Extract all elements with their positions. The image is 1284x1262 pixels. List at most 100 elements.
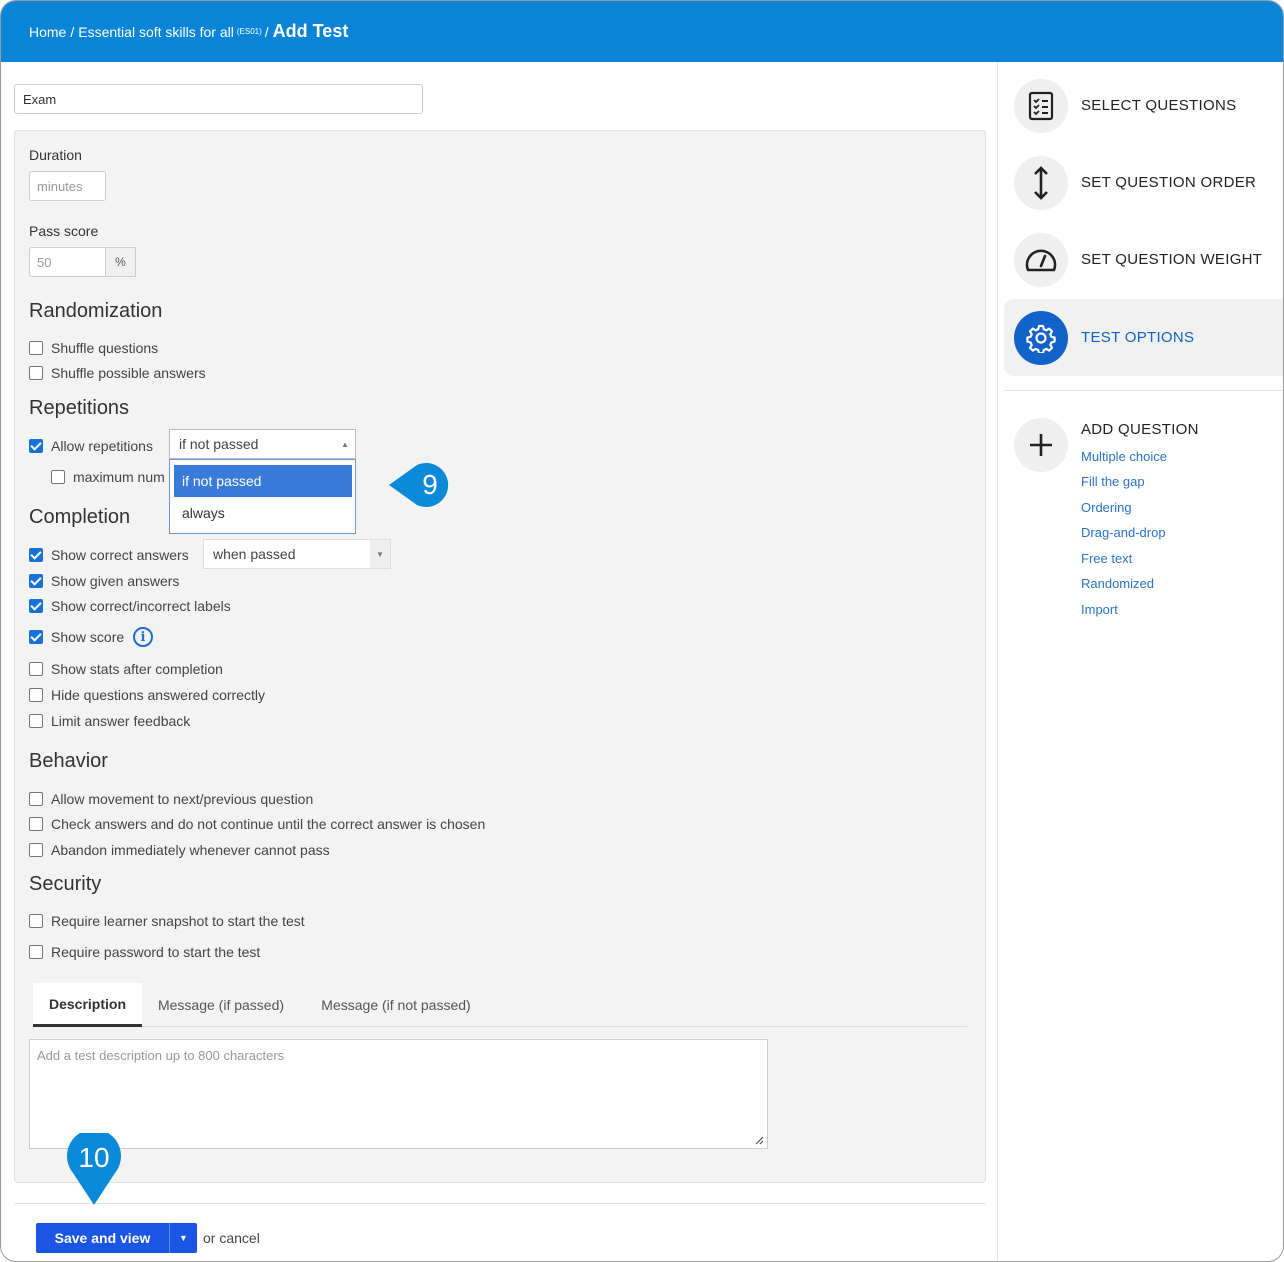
show-correct-answers-option[interactable]: Show correct answers <box>29 547 189 563</box>
breadcrumb-home-link[interactable]: Home <box>29 24 66 40</box>
hide-correct-checkbox[interactable] <box>29 688 43 702</box>
tab-description[interactable]: Description <box>33 983 142 1027</box>
show-correct-answers-checkbox[interactable] <box>29 548 43 562</box>
dropdown-option-always[interactable]: always <box>174 497 352 529</box>
behavior-heading: Behavior <box>29 750 108 772</box>
page-title: Add Test <box>272 21 349 41</box>
step-10-number: 10 <box>78 1142 110 1173</box>
maximum-repetitions-option[interactable]: maximum num <box>51 469 165 485</box>
abandon-checkbox[interactable] <box>29 843 43 857</box>
sidebar-item-test-options[interactable]: TEST OPTIONS <box>1004 299 1283 376</box>
snapshot-label: Require learner snapshot to start the te… <box>51 913 305 929</box>
sidebar-item-label: SET QUESTION ORDER <box>1081 174 1257 191</box>
gauge-icon <box>1014 232 1068 287</box>
show-stats-option[interactable]: Show stats after completion <box>29 661 223 677</box>
step-9-callout: 9 <box>389 461 457 509</box>
breadcrumb-separator: / <box>264 23 269 40</box>
show-given-answers-checkbox[interactable] <box>29 574 43 588</box>
tab-message-if-not-passed[interactable]: Message (if not passed) <box>309 983 483 1027</box>
snapshot-checkbox[interactable] <box>29 914 43 928</box>
add-drag-and-drop-link[interactable]: Drag-and-drop <box>1081 525 1166 540</box>
allow-repetitions-option[interactable]: Allow repetitions <box>29 438 153 454</box>
add-ordering-link[interactable]: Ordering <box>1081 500 1132 515</box>
maximum-repetitions-label: maximum num <box>73 469 165 485</box>
shuffle-answers-checkbox[interactable] <box>29 366 43 380</box>
allow-repetitions-label: Allow repetitions <box>51 438 153 454</box>
allow-movement-option[interactable]: Allow movement to next/previous question <box>29 791 313 807</box>
shuffle-answers-option[interactable]: Shuffle possible answers <box>29 365 206 381</box>
add-randomized-link[interactable]: Randomized <box>1081 576 1154 591</box>
sidebar-divider <box>1004 390 1283 391</box>
sidebar-item-set-question-order[interactable]: SET QUESTION ORDER <box>1004 144 1283 221</box>
plus-icon[interactable] <box>1014 418 1068 472</box>
limit-feedback-option[interactable]: Limit answer feedback <box>29 713 190 729</box>
description-textarea[interactable]: Add a test description up to 800 charact… <box>29 1039 768 1149</box>
show-correct-answers-label: Show correct answers <box>51 547 189 563</box>
allow-repetitions-checkbox[interactable] <box>29 439 43 453</box>
show-given-answers-option[interactable]: Show given answers <box>29 573 179 589</box>
check-answers-option[interactable]: Check answers and do not continue until … <box>29 816 485 832</box>
show-stats-checkbox[interactable] <box>29 662 43 676</box>
show-score-option[interactable]: Show score <box>29 629 124 645</box>
sidebar-item-label: SELECT QUESTIONS <box>1081 97 1237 114</box>
import-link[interactable]: Import <box>1081 602 1118 617</box>
description-placeholder: Add a test description up to 800 charact… <box>37 1048 285 1063</box>
maximum-repetitions-checkbox[interactable] <box>51 470 65 484</box>
pass-score-input[interactable]: 50 <box>29 247 106 277</box>
sidebar-item-label: SET QUESTION WEIGHT <box>1081 251 1263 268</box>
show-correct-answers-select[interactable]: when passed ▼ <box>203 539 391 569</box>
password-label: Require password to start the test <box>51 944 261 960</box>
add-multiple-choice-link[interactable]: Multiple choice <box>1081 449 1167 464</box>
duration-input[interactable]: minutes <box>29 171 106 201</box>
dropdown-option-if-not-passed[interactable]: if not passed <box>174 465 352 497</box>
add-free-text-link[interactable]: Free text <box>1081 551 1132 566</box>
shuffle-questions-label: Shuffle questions <box>51 340 159 356</box>
shuffle-questions-checkbox[interactable] <box>29 341 43 355</box>
breadcrumb-course-link[interactable]: Essential soft skills for all <box>78 24 234 40</box>
pass-score-label: Pass score <box>29 223 99 239</box>
cancel-link[interactable]: or cancel <box>203 1230 260 1246</box>
pass-score-unit: % <box>105 247 136 277</box>
password-option[interactable]: Require password to start the test <box>29 944 260 960</box>
step-10-callout: 10 <box>67 1133 121 1205</box>
caret-down-icon[interactable]: ▼ <box>169 1223 197 1253</box>
show-given-answers-label: Show given answers <box>51 573 180 589</box>
show-score-checkbox[interactable] <box>29 630 43 644</box>
test-name-input[interactable] <box>14 84 423 114</box>
password-checkbox[interactable] <box>29 945 43 959</box>
shuffle-answers-label: Shuffle possible answers <box>51 365 206 381</box>
save-and-view-button[interactable]: Save and view ▼ <box>36 1223 197 1253</box>
checklist-icon <box>1014 78 1068 133</box>
completion-heading: Completion <box>29 506 131 528</box>
allow-movement-checkbox[interactable] <box>29 792 43 806</box>
chevron-up-icon: ▲ <box>335 430 355 458</box>
limit-feedback-checkbox[interactable] <box>29 714 43 728</box>
check-answers-checkbox[interactable] <box>29 817 43 831</box>
step-9-number: 9 <box>422 469 438 500</box>
randomization-heading: Randomization <box>29 300 163 322</box>
footer-divider <box>14 1203 986 1204</box>
resize-handle-icon[interactable] <box>754 1135 764 1145</box>
tab-message-if-passed[interactable]: Message (if passed) <box>147 983 295 1027</box>
info-icon[interactable]: i <box>133 627 153 647</box>
sidebar-item-select-questions[interactable]: SELECT QUESTIONS <box>1004 67 1283 144</box>
repetitions-heading: Repetitions <box>29 397 130 419</box>
duration-label: Duration <box>29 147 82 163</box>
repetitions-select[interactable]: if not passed ▲ <box>169 429 356 459</box>
description-tabs: Description Message (if passed) Message … <box>33 983 967 1027</box>
breadcrumb-separator: / <box>70 23 75 40</box>
show-labels-option[interactable]: Show correct/incorrect labels <box>29 598 231 614</box>
shuffle-questions-option[interactable]: Shuffle questions <box>29 340 158 356</box>
save-and-view-label[interactable]: Save and view <box>36 1230 169 1246</box>
snapshot-option[interactable]: Require learner snapshot to start the te… <box>29 913 305 929</box>
hide-correct-option[interactable]: Hide questions answered correctly <box>29 687 265 703</box>
abandon-option[interactable]: Abandon immediately whenever cannot pass <box>29 842 330 858</box>
add-fill-the-gap-link[interactable]: Fill the gap <box>1081 474 1145 489</box>
app-window: Home / Essential soft skills for all (ES… <box>0 0 1284 1262</box>
sidebar-item-set-question-weight[interactable]: SET QUESTION WEIGHT <box>1004 221 1283 298</box>
chevron-down-icon: ▼ <box>370 540 390 568</box>
show-labels-checkbox[interactable] <box>29 599 43 613</box>
limit-feedback-label: Limit answer feedback <box>51 713 191 729</box>
security-heading: Security <box>29 873 102 895</box>
breadcrumb-course-code: (ES01) <box>236 27 262 36</box>
